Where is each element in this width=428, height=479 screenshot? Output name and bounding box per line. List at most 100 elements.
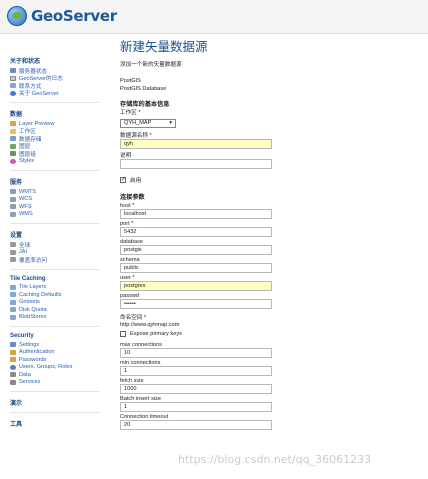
sidebar-item-layer-groups[interactable]: 图层组 [10,150,110,158]
store-type: PostGIS [120,78,141,84]
section-title: Tile Caching [10,275,46,282]
connection-params-heading: 连接参数 [120,194,145,201]
sidebar-item-wmts[interactable]: WMTS [10,188,110,196]
sidebar-section-security: Security Settings Authentication Passwor… [10,333,110,386]
section-title: 演示 [10,401,23,407]
geoserver-logo[interactable]: GeoServer [7,6,117,26]
tile-icon [10,292,16,298]
watermark: https://blog.csdn.net/qq_36061233 [178,453,372,466]
workspace-value: QYH_MAP [124,120,152,126]
user-input[interactable]: postgres [120,281,272,291]
sidebar-item-blobstores[interactable]: BlobStores [10,314,110,322]
host-input[interactable]: localhost [120,209,272,219]
divider [10,391,100,392]
workspace-select[interactable]: QYH_MAP ▾ [120,119,176,128]
section-title: Security [10,333,34,339]
port-input[interactable]: 5432 [120,227,272,237]
section-title: 设置 [10,233,23,239]
sidebar: 关于和状态 服务器状态 GeoServer的日志 联系方式 关于 GeoServ… [0,50,110,479]
description-input[interactable] [120,159,272,169]
divider [10,223,100,224]
namespace-label: 命名空间 * [120,315,147,321]
grid-icon [10,299,16,305]
folder-icon [10,128,16,134]
tile-icon [10,284,16,290]
schema-input[interactable]: public [120,263,272,273]
expose-primary-keys-checkbox[interactable]: Expose primary keys [120,331,420,337]
users-icon [10,364,16,370]
divider [10,326,100,327]
main-content: 新建矢量数据源 添加一个新的矢量数据源 PostGIS PostGIS Data… [120,36,420,430]
layer-group-icon [10,151,16,157]
sidebar-section-data: 数据 Layer Preview 工作区 数据存储 图层 图层组 Styles [10,109,110,165]
contact-icon [10,83,16,89]
server-icon [10,68,16,74]
sidebar-item-security-services[interactable]: Services [10,379,110,387]
blobstore-icon [10,314,16,320]
section-title: 关于和状态 [10,59,41,65]
connection-timeout-input[interactable]: 20 [120,420,272,430]
sidebar-item-wms[interactable]: WMS [10,211,110,219]
key-icon [10,357,16,363]
database-icon [10,136,16,142]
wrench-icon [10,342,16,348]
chevron-down-icon: ▾ [169,120,172,126]
style-palette-icon [10,158,16,164]
datasource-name-input[interactable]: qyh [120,139,272,149]
sidebar-item-about[interactable]: 关于 GeoServer [10,90,110,97]
section-title: 服务 [10,180,23,186]
sidebar-item-global[interactable]: 全球 [10,241,110,249]
sidebar-item-wfs[interactable]: WFS [10,203,110,211]
sidebar-item-styles[interactable]: Styles [10,158,110,166]
document-icon [10,75,16,81]
sidebar-section-tile-caching: Tile Caching Tile Layers Caching Default… [10,276,110,322]
namespace-value: http://www.qyhmap.com [120,322,180,328]
sidebar-section-settings: 设置 全球 JAI 覆盖率访问 [10,230,110,264]
database-input[interactable]: postgis [120,245,272,255]
basic-info-heading: 存储库的基本信息 [120,101,170,108]
page-subtitle: 添加一个新的矢量数据源 [120,62,182,68]
data-security-icon [10,372,16,378]
sidebar-section-services: 服务 WMTS WCS WFS WMS [10,177,110,218]
sidebar-item-security-data[interactable]: Data [10,371,110,379]
sidebar-section-tools[interactable]: 工具 [10,419,110,428]
description-label: 说明 [120,153,132,159]
sidebar-item-coverage-access[interactable]: 覆盖率访问 [10,256,110,264]
datasource-name-label: 数据源名称 * [120,133,152,139]
sidebar-item-gridsets[interactable]: Gridsets [10,299,110,307]
disk-icon [10,307,16,313]
divider [10,268,100,270]
workspace-label: 工作区 * [120,110,141,116]
enabled-checkbox[interactable]: 启用 [120,176,420,184]
divider [10,412,100,413]
services-security-icon [10,379,16,385]
service-icon [10,211,16,217]
divider [10,170,100,171]
globe-icon [7,6,27,26]
sidebar-item-users-groups-roles[interactable]: Users, Groups, Roles [10,364,110,372]
section-title: 数据 [10,112,23,118]
checkbox-icon [120,331,126,337]
batch-insert-size-input[interactable]: 1 [120,402,272,412]
sidebar-section-demo[interactable]: 演示 [10,398,110,407]
layer-preview-icon [10,121,16,127]
brand-name: GeoServer [31,7,117,25]
sidebar-item-authentication[interactable]: Authentication [10,349,110,357]
passwd-input[interactable]: •••••• [120,299,272,309]
max-connections-input[interactable]: 10 [120,348,272,358]
settings-icon [10,249,16,255]
section-title: 工具 [10,422,23,428]
settings-icon [10,257,16,263]
page-title: 新建矢量数据源 [120,39,208,54]
sidebar-item-disk-quota[interactable]: Disk Quota [10,306,110,314]
sidebar-item-caching-defaults[interactable]: Caching Defaults [10,291,110,299]
sidebar-item-security-settings[interactable]: Settings [10,341,110,349]
sidebar-item-passwords[interactable]: Passwords [10,356,110,364]
service-icon [10,196,16,202]
layer-icon [10,143,16,149]
sidebar-item-wcs[interactable]: WCS [10,196,110,204]
sidebar-item-tile-layers[interactable]: Tile Layers [10,284,110,292]
checkbox-icon [120,176,126,183]
min-connections-input[interactable]: 1 [120,366,272,376]
fetch-size-input[interactable]: 1000 [120,384,272,394]
